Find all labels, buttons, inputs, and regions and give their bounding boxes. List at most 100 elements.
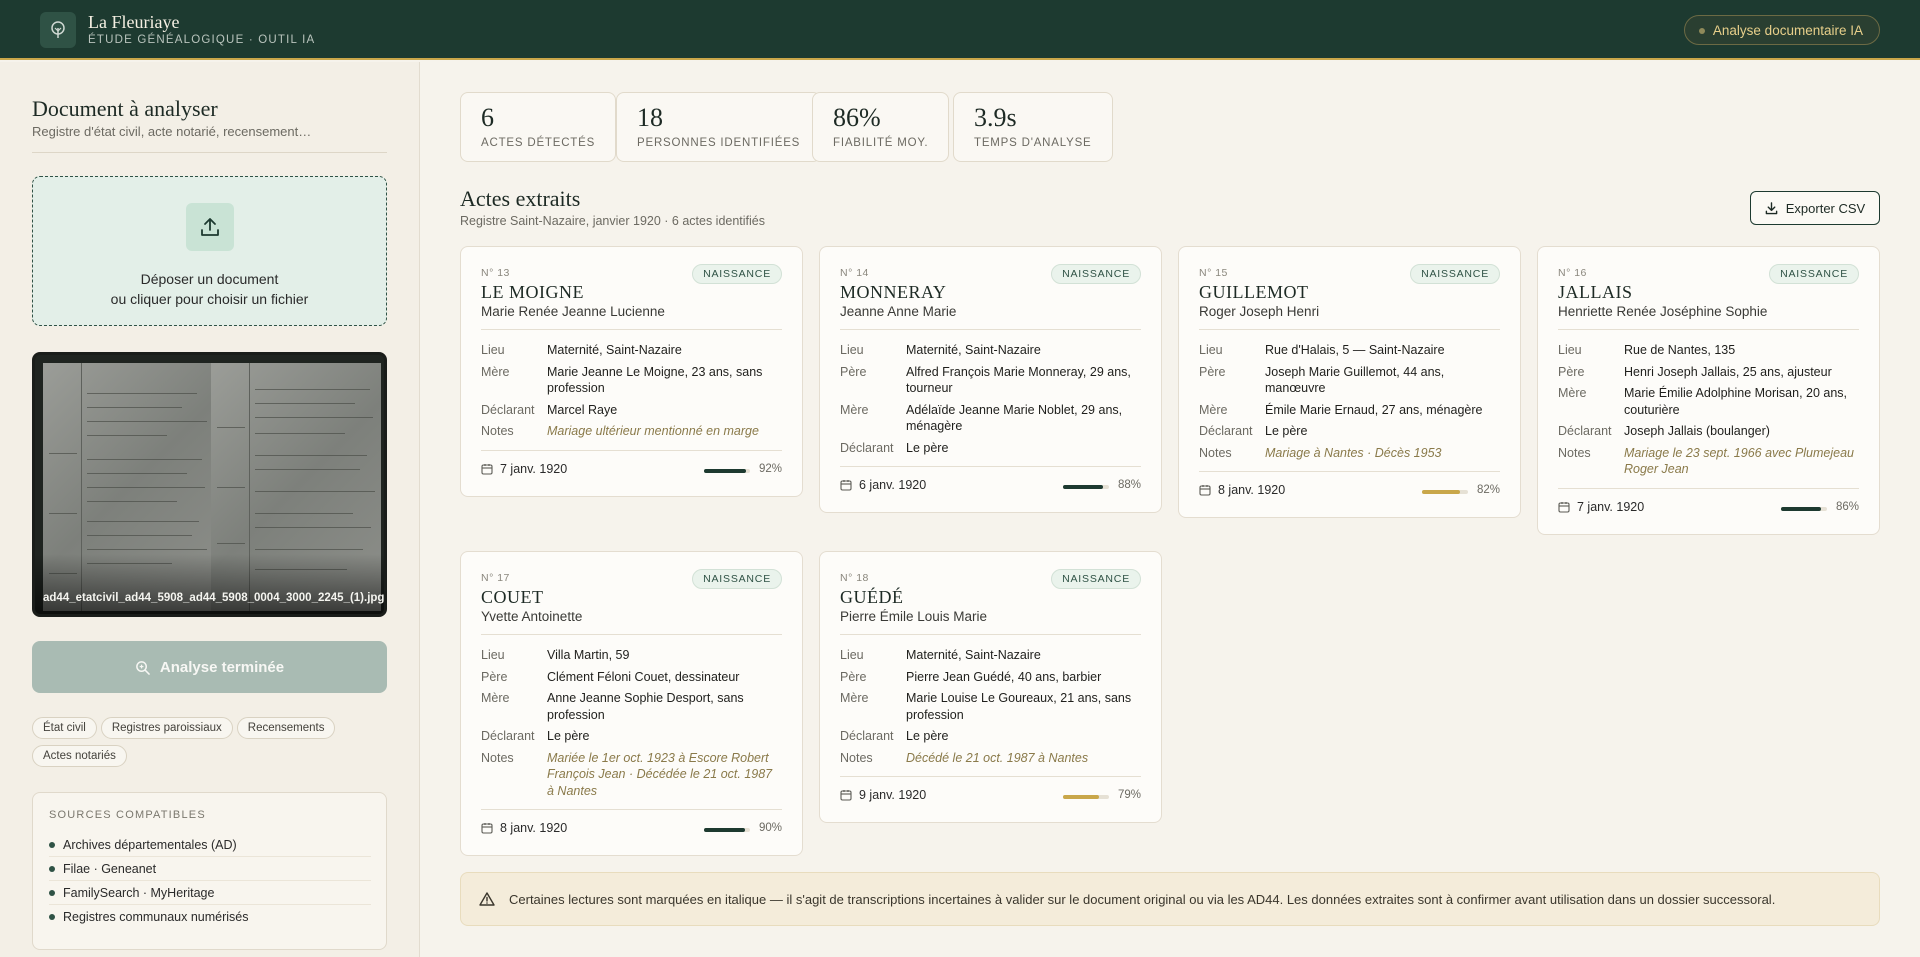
- act-field: Mère Émile Marie Ernaud, 27 ans, ménagère: [1199, 402, 1500, 419]
- confidence-bar: [1781, 506, 1827, 511]
- field-value: Mariée le 1er oct. 1923 à Escore Robert …: [547, 750, 773, 798]
- stat-persons-identified: 18 Personnes identifiées: [616, 92, 822, 162]
- calendar-icon: [1199, 485, 1211, 496]
- act-given-names: Roger Joseph Henri: [1199, 304, 1320, 319]
- field-value: Mariage à Nantes · Décès 1953: [1265, 445, 1442, 460]
- calendar-icon: [1558, 501, 1570, 513]
- notice-text: Certaines lectures sont marquées en ital…: [509, 891, 1776, 907]
- act-footer: 9 janv. 1920 79%: [840, 776, 1141, 802]
- download-icon: [1765, 201, 1778, 214]
- section-title: Actes extraits: [460, 186, 581, 211]
- warning-icon: [479, 892, 495, 906]
- field-value: Mariage ultérieur mentionné en marge: [547, 424, 759, 438]
- field-label: Père: [840, 669, 867, 684]
- stat-label: Personnes identifiées: [637, 137, 801, 149]
- act-surname: MONNERAY: [840, 282, 947, 302]
- act-date-value: 9 janv. 1920: [859, 788, 927, 802]
- logo[interactable]: [40, 12, 76, 48]
- analyze-button[interactable]: Analyse terminée: [32, 641, 387, 693]
- act-date: 8 janv. 1920: [481, 821, 567, 835]
- chip-actes-notaries[interactable]: Actes notariés: [32, 745, 127, 767]
- act-surname: GUÉDÉ: [840, 587, 904, 607]
- confidence-fill: [1063, 485, 1104, 489]
- act-type-badge: Naissance: [1051, 264, 1141, 284]
- confidence-bar: [1422, 490, 1468, 494]
- act-given-names: Yvette Antoinette: [481, 609, 583, 624]
- chip-recensements[interactable]: Recensements: [236, 717, 336, 739]
- act-date: 9 janv. 1920: [840, 788, 926, 802]
- brand-name: La Fleuriaye: [88, 12, 180, 32]
- dropzone-title: Déposer un document: [140, 271, 279, 287]
- confidence-bar: [704, 828, 750, 832]
- field-value: Pierre Jean Guédé, 40 ans, barbier: [906, 669, 1102, 684]
- act-date-value: 8 janv. 1920: [1218, 483, 1286, 497]
- confidence-bar: [704, 468, 750, 473]
- act-field: Père Pierre Jean Guédé, 40 ans, barbier: [840, 669, 1141, 686]
- field-label: Notes: [481, 424, 514, 438]
- field-label: Déclarant: [481, 729, 535, 743]
- act-date: 7 janv. 1920: [481, 462, 567, 476]
- confidence-value: 92%: [758, 462, 782, 475]
- act-field: Notes Mariée le 1er oct. 1923 à Escore Ro…: [481, 750, 782, 800]
- chip-etat-civil[interactable]: État civil: [32, 717, 97, 739]
- act-field: Mère Adélaïde Jeanne Marie Noblet, 29 ans…: [840, 402, 1141, 435]
- sidebar-title: Document à analyser: [32, 96, 218, 121]
- act-given-names: Marie Renée Jeanne Lucienne: [481, 304, 665, 319]
- field-label: Lieu: [481, 343, 505, 357]
- chip-registres-paroissiaux[interactable]: Registres paroissiaux: [100, 717, 233, 739]
- confidence-value: 86%: [1835, 500, 1859, 513]
- act-footer: 6 janv. 1920 88%: [840, 466, 1141, 492]
- act-surname: JALLAIS: [1558, 282, 1633, 302]
- act-date: 8 janv. 1920: [1199, 483, 1285, 497]
- act-card[interactable]: N° 13 Naissance LE MOIGNE Marie Renée Jeann…: [460, 246, 803, 497]
- confidence-fill: [1422, 490, 1460, 494]
- top-bar: La Fleuriaye Étude généalogique · Outil …: [0, 0, 1920, 60]
- bullet-icon: [49, 889, 55, 896]
- list-item: Filae · Geneanet: [49, 857, 371, 881]
- document-type-chips: État civil Registres paroissiaux Recenseme…: [32, 717, 387, 773]
- field-label: Mère: [840, 402, 869, 417]
- sidebar-subtitle: Registre d'état civil, acte notarié, rec…: [32, 124, 312, 139]
- act-field: Déclarant Le père: [481, 728, 782, 745]
- status-dot-icon: [1698, 28, 1705, 34]
- act-type-badge: Naissance: [1769, 264, 1859, 284]
- act-field: Lieu Rue d'Halais, 5 — Saint-Nazaire: [1199, 342, 1500, 359]
- act-card[interactable]: N° 15 Naissance GUILLEMOT Roger Joseph Henr…: [1178, 246, 1521, 518]
- act-date-value: 7 janv. 1920: [1577, 499, 1645, 514]
- field-value: Marie Louise Le Goureaux, 21 ans, sans p…: [906, 691, 1132, 722]
- act-field: Notes Mariage le 23 sept. 1966 avec Plume…: [1558, 445, 1859, 478]
- export-csv-button[interactable]: Exporter CSV: [1750, 191, 1880, 225]
- act-field: Lieu Maternité, Saint-Nazaire: [840, 342, 1141, 359]
- confidence-bar: [1063, 795, 1109, 799]
- document-preview[interactable]: ad44_etatcivil_ad44_5908_ad44_5908_0004_…: [32, 352, 387, 617]
- list-item: FamilySearch · MyHeritage: [49, 881, 371, 905]
- list-item: Archives départementales (AD): [49, 833, 371, 857]
- act-field: Déclarant Le père: [840, 728, 1141, 745]
- field-value: Maternité, Saint-Nazaire: [547, 343, 682, 357]
- field-value: Le père: [906, 440, 949, 455]
- act-field: Déclarant Le père: [840, 440, 1141, 457]
- upload-dropzone[interactable]: Déposer un document ou cliquer pour choi…: [32, 176, 387, 326]
- analyze-button-label: Analyse terminée: [159, 658, 285, 676]
- act-footer: 7 janv. 1920 86%: [1558, 487, 1859, 514]
- field-value: Mariage le 23 sept. 1966 avec Plumejeau …: [1624, 445, 1855, 477]
- field-label: Mère: [1199, 402, 1228, 417]
- field-label: Notes: [840, 750, 873, 765]
- act-card[interactable]: N° 16 Naissance JALLAIS Henriette Renée Jos…: [1537, 246, 1880, 535]
- stat-acts-detected: 6 Actes détectés: [460, 92, 617, 162]
- act-card[interactable]: N° 17 Naissance COUET Yvette Antoinette Lieu…: [460, 551, 803, 856]
- field-label: Père: [481, 669, 508, 684]
- act-card[interactable]: N° 14 Naissance MONNERAY Jeanne Anne Marie L…: [819, 246, 1162, 513]
- mode-pill-label: Analyse documentaire IA: [1712, 22, 1863, 38]
- act-field: Père Joseph Marie Guillemot, 44 ans, manœ…: [1199, 364, 1500, 397]
- confidence-value: 88%: [1117, 479, 1141, 491]
- field-value: Rue de Nantes, 135: [1624, 343, 1736, 357]
- field-value: Le père: [906, 729, 949, 743]
- calendar-icon: [481, 463, 493, 475]
- field-label: Lieu: [1558, 343, 1582, 357]
- confidence-fill: [704, 468, 747, 473]
- divider: [1199, 329, 1500, 330]
- act-card[interactable]: N° 18 Naissance GUÉDÉ Pierre Émile Louis Ma…: [819, 551, 1162, 823]
- field-value: Marcel Raye: [547, 402, 618, 417]
- field-label: Déclarant: [840, 729, 894, 743]
